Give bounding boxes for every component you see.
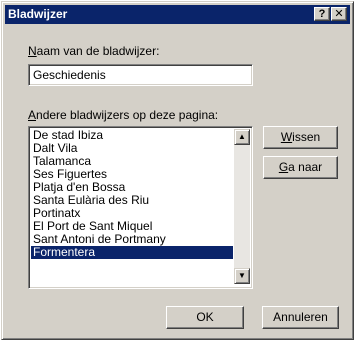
- bookmark-dialog: Bladwijzer ? ✕ Naam van de bladwijzer: G…: [1, 1, 354, 340]
- window-title: Bladwijzer: [8, 7, 68, 21]
- help-icon: ?: [318, 8, 326, 20]
- title-bar[interactable]: Bladwijzer ? ✕: [5, 5, 350, 24]
- name-label: Naam van de bladwijzer:: [28, 44, 160, 58]
- annuleren-button[interactable]: Annuleren: [262, 306, 339, 329]
- list-item[interactable]: Formentera: [31, 246, 233, 259]
- ga-naar-button[interactable]: Ga naar: [263, 156, 338, 179]
- wissen-button[interactable]: Wissen: [263, 126, 338, 149]
- ok-button[interactable]: OK: [166, 306, 244, 329]
- bookmarks-listbox[interactable]: De stad Ibiza Dalt Vila Talamanca Ses Figue…: [28, 126, 253, 289]
- close-icon: ✕: [334, 8, 344, 20]
- bookmark-name-input[interactable]: Geschiedenis: [28, 64, 253, 86]
- scroll-up-button[interactable]: ▲: [234, 129, 250, 145]
- vertical-scrollbar[interactable]: ▲ ▼: [234, 129, 250, 284]
- bookmark-name-value: Geschiedenis: [33, 68, 106, 82]
- scroll-down-button[interactable]: ▼: [234, 268, 250, 284]
- bookmarks-items: De stad Ibiza Dalt Vila Talamanca Ses Figue…: [31, 129, 233, 259]
- arrow-up-icon: ▲: [238, 132, 246, 141]
- arrow-down-icon: ▼: [238, 271, 246, 280]
- help-button[interactable]: ?: [314, 7, 330, 21]
- close-button[interactable]: ✕: [331, 7, 347, 21]
- bookmarks-list-label: Andere bladwijzers op deze pagina:: [28, 108, 219, 122]
